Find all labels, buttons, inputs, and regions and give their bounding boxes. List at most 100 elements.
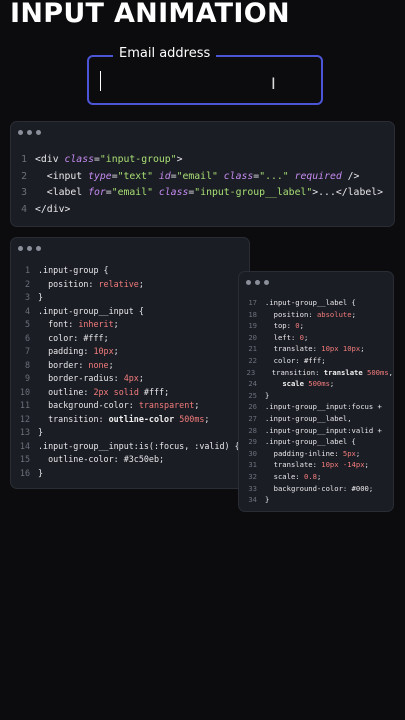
code-line: 18 position: absolute; xyxy=(245,309,393,321)
code-token: inherit xyxy=(78,319,114,329)
code-token: 2px xyxy=(93,386,109,397)
code-token: .input-group__input { xyxy=(38,305,144,316)
code-token: 5px xyxy=(342,448,356,458)
code-token: ; xyxy=(138,373,144,383)
line-number: 14 xyxy=(19,440,30,451)
code-token: scale xyxy=(282,379,304,389)
code-token: ; xyxy=(303,332,309,342)
code-token: /> xyxy=(341,170,360,182)
code-line: 2 <input type = "text" id = "email" class = ".… xyxy=(17,169,394,186)
code-token: > xyxy=(176,154,183,165)
code-token: translate xyxy=(323,367,363,377)
code-token: left: xyxy=(265,332,300,342)
code-token: solid xyxy=(108,386,144,397)
window-dot-icon xyxy=(18,245,23,251)
code-token: >...</label> xyxy=(312,187,384,198)
css-code-block-2: 17 .input-group__label {18 position: abso… xyxy=(239,292,394,506)
css-code-block-1: 1 .input-group {2 position: relative; 3} 4.… xyxy=(11,258,249,480)
code-token: #000 xyxy=(351,483,369,493)
line-number: 3 xyxy=(24,292,30,302)
code-token: scale: xyxy=(265,471,304,481)
code-token: ; xyxy=(360,344,365,354)
line-number: 4 xyxy=(24,305,30,316)
line-number: 6 xyxy=(24,332,30,343)
code-line: 33 background-color: #000; xyxy=(245,483,393,495)
code-line: 4 .input-group__input { xyxy=(17,305,249,319)
code-token: id xyxy=(158,170,171,182)
code-token: ; xyxy=(355,448,361,458)
code-line: 17 .input-group__label { xyxy=(245,297,393,309)
line-number: 32 xyxy=(248,471,257,481)
line-number: 16 xyxy=(19,467,30,478)
code-token: type xyxy=(88,170,112,182)
code-token: ; xyxy=(351,309,356,319)
code-token: outline-color: xyxy=(38,454,124,464)
code-line: 3} xyxy=(17,291,249,305)
code-token: #fff xyxy=(303,355,322,365)
code-token: background-color: xyxy=(38,400,139,410)
code-line: 6 color: #fff; xyxy=(17,332,249,346)
code-token: position: xyxy=(38,278,99,289)
code-token: 500ms xyxy=(179,413,205,424)
text-caret xyxy=(100,71,101,91)
code-token: } xyxy=(38,467,44,478)
code-token: ; xyxy=(108,359,114,370)
line-number: 30 xyxy=(248,448,257,458)
code-line: 2 position: relative; xyxy=(17,278,249,292)
line-number: 21 xyxy=(248,344,257,354)
code-line: 11 background-color: transparent; xyxy=(17,399,249,413)
line-number: 1 xyxy=(21,154,27,165)
code-token: } xyxy=(38,292,44,302)
html-code-block: 1 <div class = "input-group" >2 <input type =… xyxy=(11,142,394,218)
code-line: 5 font: inherit; xyxy=(17,318,249,332)
code-token: <label xyxy=(35,187,89,198)
code-token: , xyxy=(388,367,393,377)
code-line: 29 .input-group__label { xyxy=(245,436,393,448)
code-token: ; xyxy=(316,471,322,481)
line-number: 31 xyxy=(248,460,257,470)
line-number: 3 xyxy=(21,187,27,198)
code-token: border: xyxy=(38,359,89,370)
line-number: 27 xyxy=(248,413,257,423)
line-number: 12 xyxy=(19,413,30,424)
code-token: } xyxy=(265,495,270,505)
code-token: class xyxy=(64,154,95,165)
email-input-demo[interactable]: Email address I xyxy=(87,46,323,105)
line-number: 22 xyxy=(248,355,257,365)
line-number: 20 xyxy=(248,332,257,342)
code-token: ; xyxy=(159,454,165,464)
window-dot-icon xyxy=(36,245,41,251)
code-token: ; xyxy=(204,413,210,424)
code-token: ; xyxy=(113,346,119,356)
code-token: background-color: xyxy=(265,483,352,493)
line-number: 18 xyxy=(248,309,257,319)
code-token: translate: xyxy=(265,460,322,470)
code-token: transition: xyxy=(263,367,324,377)
code-line: 32 scale: 0.8; xyxy=(245,471,393,483)
window-dot-icon xyxy=(255,279,260,285)
code-line: 12 transition: outline-color 500ms; xyxy=(17,413,249,427)
code-token: } xyxy=(38,427,44,437)
code-token: 10px xyxy=(93,346,114,356)
code-token: padding-inline: xyxy=(265,448,343,458)
code-token: "email" xyxy=(111,187,159,198)
code-token: #fff xyxy=(143,386,165,397)
code-line: 7 padding: 10px; xyxy=(17,345,249,359)
code-token: relative xyxy=(98,278,139,289)
code-token: ; xyxy=(321,355,326,365)
code-token: outline: xyxy=(38,386,94,397)
line-number: 7 xyxy=(24,346,30,356)
i-beam-cursor-icon: I xyxy=(271,74,276,93)
window-dot-icon xyxy=(264,279,269,285)
code-token: font: xyxy=(38,319,79,329)
code-token: translate: xyxy=(265,344,322,354)
line-number: 29 xyxy=(248,437,257,447)
code-token: .input-group { xyxy=(38,265,109,275)
code-line: 1 .input-group { xyxy=(17,264,249,278)
code-token: <input xyxy=(35,170,89,182)
code-token: outline-color xyxy=(108,413,175,424)
code-token: 500ms xyxy=(308,379,330,389)
code-token: padding: xyxy=(38,346,94,356)
window-controls xyxy=(11,122,394,142)
email-floating-label: Email address xyxy=(113,46,217,61)
